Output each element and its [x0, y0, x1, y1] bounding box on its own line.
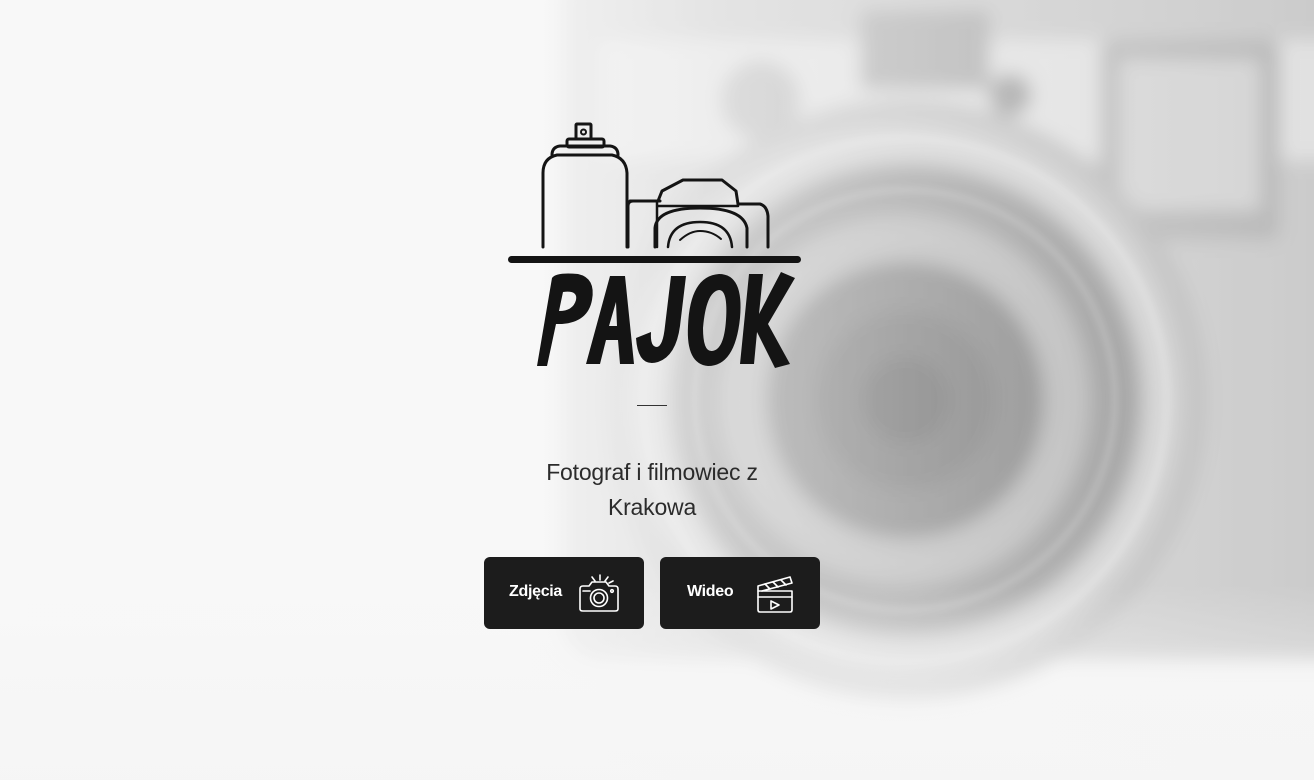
video-button-label: Wideo [687, 583, 734, 600]
clapperboard-icon [757, 576, 793, 613]
divider-line [637, 405, 667, 406]
photos-button[interactable]: Zdjęcia [484, 557, 644, 629]
video-button[interactable]: Wideo [660, 557, 820, 629]
photos-button-label: Zdjęcia [509, 583, 563, 600]
hero-section: Fotograf i filmowiec z Krakowa Zdjęcia W… [0, 0, 1314, 780]
camera-icon [579, 574, 619, 612]
tagline: Fotograf i filmowiec z Krakowa [507, 455, 797, 525]
tagline-line-1: Fotograf i filmowiec z [546, 459, 758, 485]
landing-page: Fotograf i filmowiec z Krakowa Zdjęcia W… [0, 0, 1314, 780]
tagline-line-2: Krakowa [607, 494, 697, 520]
logo-illustration [508, 122, 801, 368]
